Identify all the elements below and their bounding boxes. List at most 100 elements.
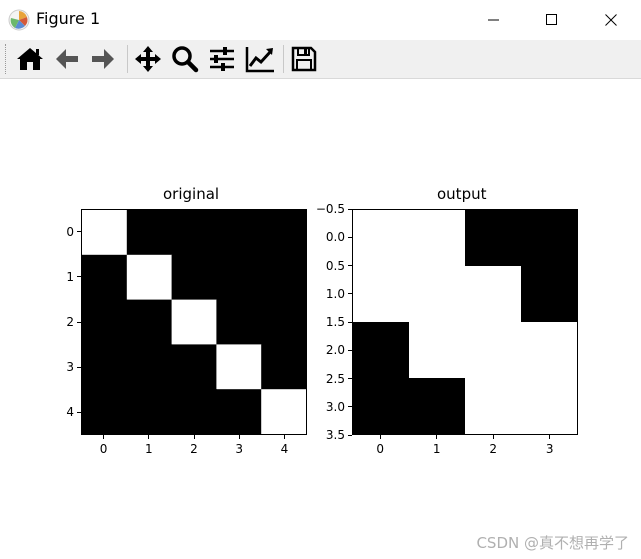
heatmap-cell <box>82 210 128 256</box>
tick-label: 0 <box>99 442 108 456</box>
heatmap-cell <box>465 378 522 435</box>
tick-label: 0 <box>376 442 385 456</box>
heatmap-cell <box>216 299 262 345</box>
heatmap-cell <box>521 266 578 323</box>
tick-label: 2 <box>66 315 74 329</box>
tick-label: 0 <box>66 224 74 239</box>
axes-title-original: original <box>163 185 220 203</box>
tick-mark <box>348 349 352 351</box>
heatmap-cell <box>126 344 173 390</box>
heatmap-cell <box>171 254 217 301</box>
heatmap-cell <box>171 389 217 435</box>
heatmap-cell <box>216 254 262 301</box>
heatmap-cell <box>82 254 128 301</box>
close-icon <box>605 14 617 26</box>
window-title-bar: Figure 1 <box>0 0 641 40</box>
minimize-button[interactable] <box>465 0 523 40</box>
heatmap-cell <box>261 344 307 390</box>
tick-label: −0.5 <box>315 202 345 216</box>
pan-move-icon <box>135 46 161 72</box>
tick-mark <box>348 265 352 266</box>
navigation-toolbar <box>0 40 641 79</box>
tick-label: 2.0 <box>325 343 345 358</box>
home-button[interactable] <box>13 43 47 75</box>
tick-mark <box>193 435 195 439</box>
tick-label: 3 <box>66 360 74 375</box>
heatmap-cell <box>126 389 173 435</box>
back-button[interactable] <box>50 43 84 75</box>
tick-label: 4 <box>66 405 74 420</box>
tick-mark <box>77 231 81 233</box>
watermark-text: CSDN @真不想再学了 <box>476 534 629 552</box>
save-disk-icon <box>291 46 317 72</box>
heatmap-cell <box>216 210 262 256</box>
tick-mark <box>77 276 81 278</box>
edit-axis-icon <box>245 47 274 73</box>
heatmap-cell <box>409 210 466 267</box>
maximize-icon <box>546 14 557 25</box>
heatmap-original[interactable] <box>81 209 307 435</box>
pan-button[interactable] <box>131 43 165 75</box>
heatmap-cell <box>465 266 522 323</box>
heatmap-cell <box>465 210 522 267</box>
tick-label: 4 <box>280 442 289 456</box>
heatmap-cell <box>216 344 262 390</box>
home-icon <box>17 48 43 70</box>
close-button[interactable] <box>582 0 640 40</box>
tick-mark <box>77 366 81 368</box>
tick-mark <box>348 378 352 379</box>
tick-mark <box>238 435 240 439</box>
heatmap-cell <box>409 378 466 435</box>
tick-label: 3 <box>235 442 243 456</box>
tick-mark <box>283 435 285 439</box>
window-title: Figure 1 <box>36 9 101 28</box>
heatmap-cell <box>82 344 128 390</box>
configure-subplots-button[interactable] <box>205 43 239 75</box>
heatmap-cell <box>521 210 578 267</box>
tick-label: 3.0 <box>325 399 345 414</box>
forward-button[interactable] <box>86 43 120 75</box>
heatmap-cell <box>216 389 262 435</box>
tick-label: 3.5 <box>325 428 345 442</box>
tick-mark <box>348 321 352 323</box>
tick-label: 2 <box>489 442 498 456</box>
heatmap-cell <box>126 210 173 256</box>
tick-label: 1 <box>66 269 74 284</box>
zoom-button[interactable] <box>168 43 202 75</box>
tick-mark <box>348 293 352 295</box>
heatmap-output[interactable] <box>352 209 578 435</box>
heatmap-cell <box>521 378 578 435</box>
tick-mark <box>348 434 352 436</box>
heatmap-cell <box>409 266 466 323</box>
tick-label: 2 <box>190 442 198 456</box>
tick-label: 1 <box>144 442 153 456</box>
heatmap-cell <box>82 389 128 435</box>
toolbar-separator <box>283 45 284 73</box>
tick-label: 1 <box>432 442 441 456</box>
toolbar-grip <box>5 44 9 74</box>
minimize-icon <box>488 19 499 21</box>
tick-mark <box>348 236 352 238</box>
toolbar-separator <box>127 45 128 73</box>
figure-canvas[interactable]: original output CSDN @真不想再学了 0 1 2 3 4 0 1 2 3 4 0… <box>0 79 641 559</box>
maximize-button[interactable] <box>523 0 581 40</box>
tick-label: 3 <box>545 442 554 456</box>
tick-mark <box>77 411 81 413</box>
tick-label: 1.5 <box>325 315 345 329</box>
axes-title-output: output <box>437 185 487 203</box>
tick-label: 0.0 <box>325 230 345 245</box>
tick-mark <box>348 208 352 210</box>
heatmap-cell <box>261 254 307 301</box>
tick-mark <box>492 435 494 439</box>
save-button[interactable] <box>287 43 321 75</box>
configure-subplots-icon <box>210 47 234 71</box>
tick-mark <box>379 435 381 439</box>
tick-mark <box>148 435 150 439</box>
tick-label: 1.0 <box>325 286 345 301</box>
edit-axis-button[interactable] <box>243 43 277 75</box>
matplotlib-icon <box>8 9 30 31</box>
heatmap-cell <box>261 210 307 256</box>
tick-mark <box>103 435 105 439</box>
heatmap-cell <box>261 389 307 435</box>
forward-arrow-icon <box>92 49 114 69</box>
